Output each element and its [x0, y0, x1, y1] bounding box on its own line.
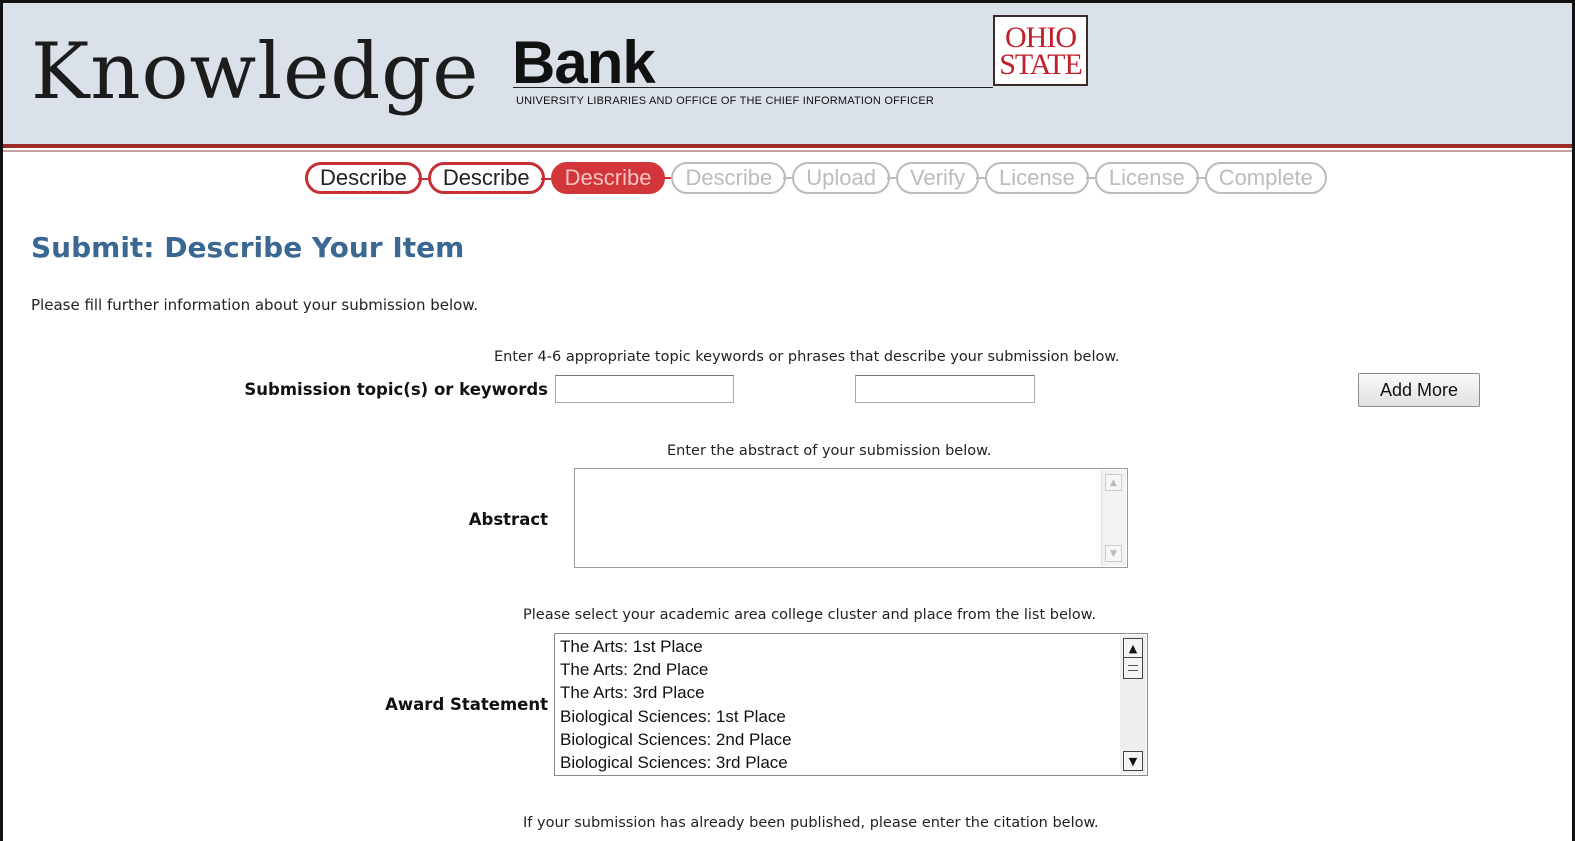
logo-rule-divider [513, 87, 993, 88]
abstract-scrollbar[interactable]: ▲ ▼ [1101, 470, 1126, 566]
progress-step-1[interactable]: Describe [305, 162, 428, 194]
progress-step-7: License [985, 162, 1096, 194]
award-option[interactable]: The Arts: 1st Place [555, 635, 1115, 658]
page-title: Submit: Describe Your Item [31, 231, 465, 264]
keyword-input-1[interactable] [555, 375, 734, 403]
award-scrollbar[interactable]: ▲ ▼ [1120, 635, 1146, 774]
award-option[interactable]: Biological Sciences: 2nd Place [555, 728, 1115, 751]
abstract-label: Abstract [468, 510, 548, 529]
award-hint: Please select your academic area college… [523, 607, 1096, 623]
ohio-state-logo-line1: OHIO [1005, 20, 1077, 54]
ohio-state-logo[interactable]: OHIO STATE [993, 15, 1088, 86]
progress-step-5: Upload [792, 162, 897, 194]
logo-subtitle: UNIVERSITY LIBRARIES AND OFFICE OF THE C… [516, 95, 935, 107]
award-option[interactable]: The Arts: 2nd Place [555, 658, 1115, 681]
citation-hint: If your submission has already been publ… [523, 815, 1099, 831]
award-statement-listbox[interactable]: The Arts: 1st Place The Arts: 2nd Place Th… [554, 633, 1148, 776]
intro-text: Please fill further information about yo… [31, 296, 479, 314]
abstract-textarea[interactable]: ▲ ▼ [574, 468, 1128, 568]
add-more-button[interactable]: Add More [1358, 373, 1480, 407]
scroll-up-arrow-icon[interactable]: ▲ [1123, 638, 1143, 658]
logo-bank-text[interactable]: Bank [512, 33, 656, 93]
award-option[interactable]: Biological Sciences: 3rd Place [555, 751, 1115, 774]
progress-step-4: Describe [671, 162, 794, 194]
award-options: The Arts: 1st Place The Arts: 2nd Place Th… [555, 635, 1115, 774]
keywords-label: Submission topic(s) or keywords [244, 380, 548, 399]
ohio-state-logo-line2: STATE [999, 47, 1083, 81]
page-frame: Knowledge Bank UNIVERSITY LIBRARIES AND … [0, 0, 1575, 841]
scroll-up-arrow-icon[interactable]: ▲ [1105, 474, 1122, 491]
progress-step-2[interactable]: Describe [427, 162, 551, 194]
keyword-input-2[interactable] [855, 375, 1035, 403]
progress-step-9: Complete [1204, 162, 1327, 194]
submission-progress-bar: Describe Describe Describe Describe Upload Ve… [305, 160, 1333, 196]
progress-step-8: License [1094, 162, 1206, 194]
award-option[interactable]: Biological Sciences: 1st Place [555, 705, 1115, 728]
scrollbar-thumb[interactable] [1123, 657, 1143, 679]
scroll-down-arrow-icon[interactable]: ▼ [1105, 545, 1122, 562]
site-header: Knowledge Bank UNIVERSITY LIBRARIES AND … [3, 3, 1572, 152]
logo-knowledge-text[interactable]: Knowledge [31, 33, 479, 111]
progress-step-6: Verify [895, 162, 987, 194]
abstract-hint: Enter the abstract of your submission be… [667, 443, 992, 459]
progress-step-3: Describe [550, 162, 673, 194]
award-option[interactable]: The Arts: 3rd Place [555, 681, 1115, 704]
scroll-down-arrow-icon[interactable]: ▼ [1123, 751, 1143, 771]
keywords-hint: Enter 4-6 appropriate topic keywords or … [494, 349, 1120, 365]
award-label: Award Statement [385, 695, 548, 714]
